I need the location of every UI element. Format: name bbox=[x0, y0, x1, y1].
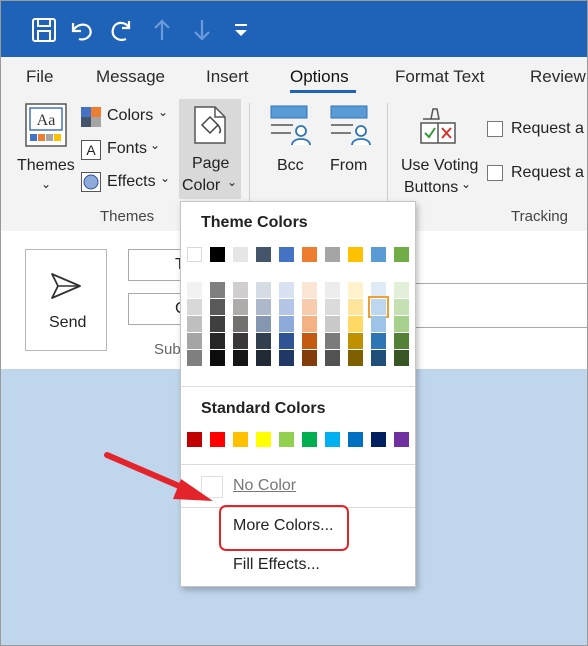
callout-arrow-icon bbox=[104, 452, 213, 501]
outlook-message-window: File Message Insert Options Format Text … bbox=[0, 0, 588, 646]
